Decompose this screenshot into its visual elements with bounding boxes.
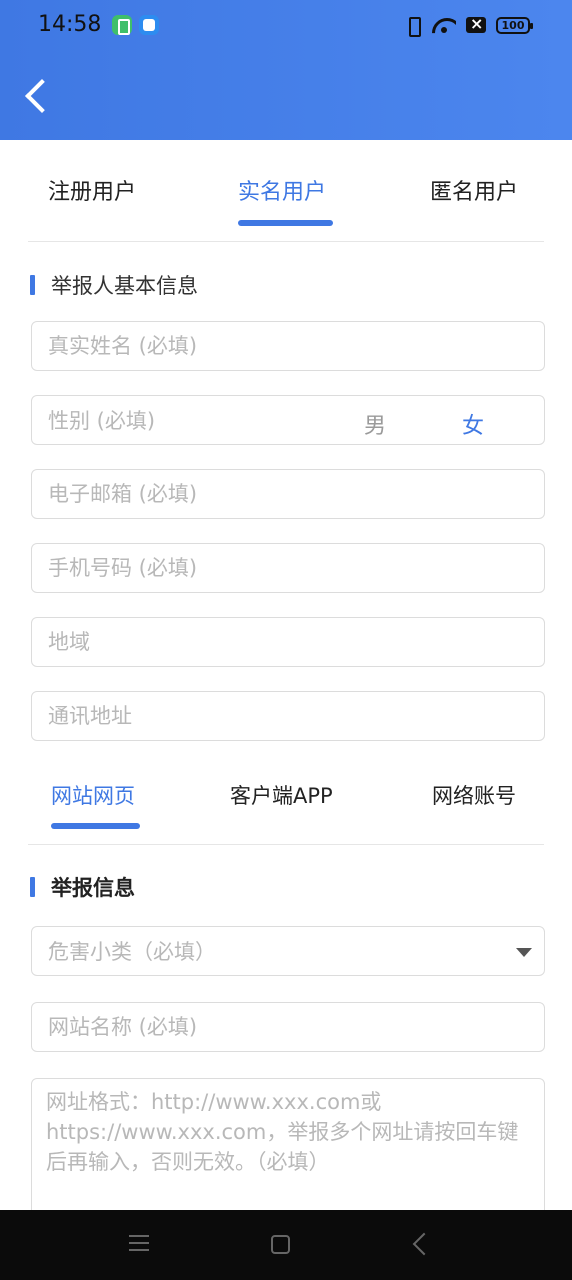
section-title-text: 举报人基本信息: [51, 274, 198, 298]
header: 14:58 100: [0, 0, 572, 140]
app-notification-icon: [112, 15, 132, 35]
no-sim-icon: [466, 14, 486, 33]
section-marker: [30, 275, 35, 295]
tab-client-app[interactable]: 客户端APP: [230, 780, 333, 810]
hazard-category-placeholder: 危害小类（必填）: [48, 940, 216, 964]
dropdown-arrow-icon: [516, 948, 532, 957]
gender-field: 性别 (必填) 男 女: [31, 395, 545, 445]
wifi-icon: [432, 16, 456, 34]
status-bar: 14:58 100: [0, 0, 572, 52]
tab-registered-user[interactable]: 注册用户: [48, 174, 136, 206]
nav-back-icon[interactable]: [412, 1234, 432, 1254]
menu-icon[interactable]: [129, 1234, 149, 1252]
address-input[interactable]: [31, 691, 545, 741]
tab-anonymous-user[interactable]: 匿名用户: [430, 174, 518, 206]
user-type-tabs: 注册用户 实名用户 匿名用户: [0, 140, 572, 242]
active-tab-indicator: [238, 220, 333, 226]
email-input[interactable]: [31, 469, 545, 519]
region-input[interactable]: [31, 617, 545, 667]
section-marker: [30, 877, 35, 897]
battery-icon: 100: [496, 16, 533, 34]
app-notification-icon: [139, 15, 159, 35]
url-textarea[interactable]: [31, 1078, 545, 1228]
report-screen: 14:58 100 注册用户 实名用户 匿名用户 举报人基本信息 性别 (必填)…: [0, 0, 572, 1280]
site-name-input[interactable]: [31, 1002, 545, 1052]
tab-network-account[interactable]: 网络账号: [432, 780, 516, 810]
divider: [28, 241, 544, 242]
hazard-category-select[interactable]: 危害小类（必填）: [31, 926, 545, 976]
status-time: 14:58: [38, 12, 102, 37]
vibrate-icon: [404, 16, 422, 37]
section-title-basic-info: 举报人基本信息: [30, 270, 198, 300]
section-title-text: 举报信息: [51, 876, 135, 900]
section-title-report-info: 举报信息: [30, 872, 135, 902]
divider: [28, 844, 544, 845]
home-icon[interactable]: [271, 1235, 290, 1254]
tab-real-name-user[interactable]: 实名用户: [238, 174, 326, 206]
gender-male-option[interactable]: 男: [364, 408, 386, 440]
back-arrow-icon[interactable]: [18, 76, 58, 116]
tab-website[interactable]: 网站网页: [51, 780, 135, 810]
system-nav-bar: [0, 1210, 572, 1280]
status-icons: 100: [404, 14, 533, 37]
phone-input[interactable]: [31, 543, 545, 593]
active-tab-indicator: [51, 823, 140, 829]
gender-label: 性别 (必填): [48, 409, 156, 433]
real-name-input[interactable]: [31, 321, 545, 371]
gender-female-option[interactable]: 女: [462, 408, 484, 440]
